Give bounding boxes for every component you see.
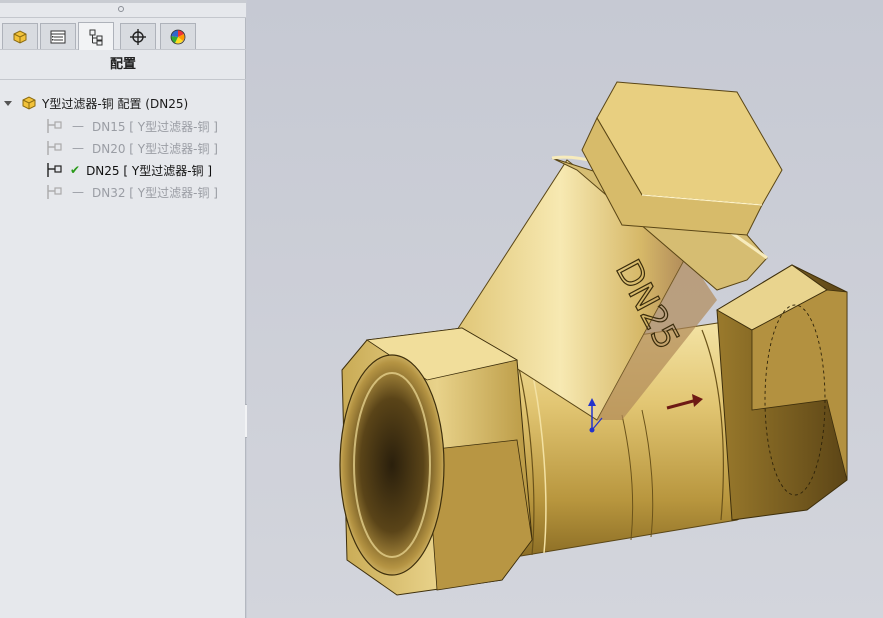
configuration-item-icon (47, 163, 62, 177)
config-status-dash: — (72, 141, 84, 155)
display-manager-tab[interactable] (160, 23, 196, 49)
color-wheel-icon (170, 29, 186, 44)
config-status-dash: — (72, 185, 84, 199)
active-check-icon: ✔ (70, 163, 81, 177)
splitter-grip-icon[interactable] (118, 6, 124, 12)
expand-caret-icon[interactable] (4, 100, 12, 106)
model-view: DN25 (247, 0, 883, 618)
manager-tab-bar (0, 20, 246, 50)
config-label: DN20 [ Y型过滤器-铜 ] (92, 141, 218, 156)
panel-splitter[interactable] (0, 0, 246, 18)
configuration-item-icon (47, 185, 62, 199)
part-icon (22, 96, 36, 110)
panel-title: 配置 (0, 50, 246, 80)
tree-root-label: Y型过滤器-铜 配置 (DN25) (42, 96, 189, 111)
property-manager-tab[interactable] (40, 23, 76, 49)
configuration-item-icon (47, 119, 62, 133)
config-item-dn15[interactable]: — DN15 [ Y型过滤器-铜 ] (46, 116, 218, 136)
tree-root-item[interactable]: Y型过滤器-铜 配置 (DN25) (4, 93, 188, 113)
config-item-dn20[interactable]: — DN20 [ Y型过滤器-铜 ] (46, 138, 218, 158)
dimxpert-tab[interactable] (120, 23, 156, 49)
crosshair-icon (130, 28, 146, 45)
config-label: DN32 [ Y型过滤器-铜 ] (92, 185, 218, 200)
property-list-icon (50, 30, 66, 43)
config-item-dn25[interactable]: ✔ DN25 [ Y型过滤器-铜 ] (46, 160, 212, 180)
part-icon (13, 29, 27, 44)
configuration-manager-tab[interactable] (78, 22, 114, 50)
feature-manager-tab[interactable] (2, 23, 38, 49)
config-label: DN25 [ Y型过滤器-铜 ] (86, 163, 213, 178)
graphics-viewport[interactable]: DN25 (247, 0, 883, 618)
configuration-icon (89, 29, 103, 45)
splitter-line (0, 0, 246, 3)
configuration-item-icon (47, 141, 62, 155)
config-item-dn32[interactable]: — DN32 [ Y型过滤器-铜 ] (46, 182, 218, 202)
config-status-dash: — (72, 119, 84, 133)
configuration-manager-panel: 配置 Y型过滤器-铜 配置 (DN25) — DN15 [ Y型过滤器-铜 ] (0, 0, 246, 618)
config-label: DN15 [ Y型过滤器-铜 ] (92, 119, 218, 134)
